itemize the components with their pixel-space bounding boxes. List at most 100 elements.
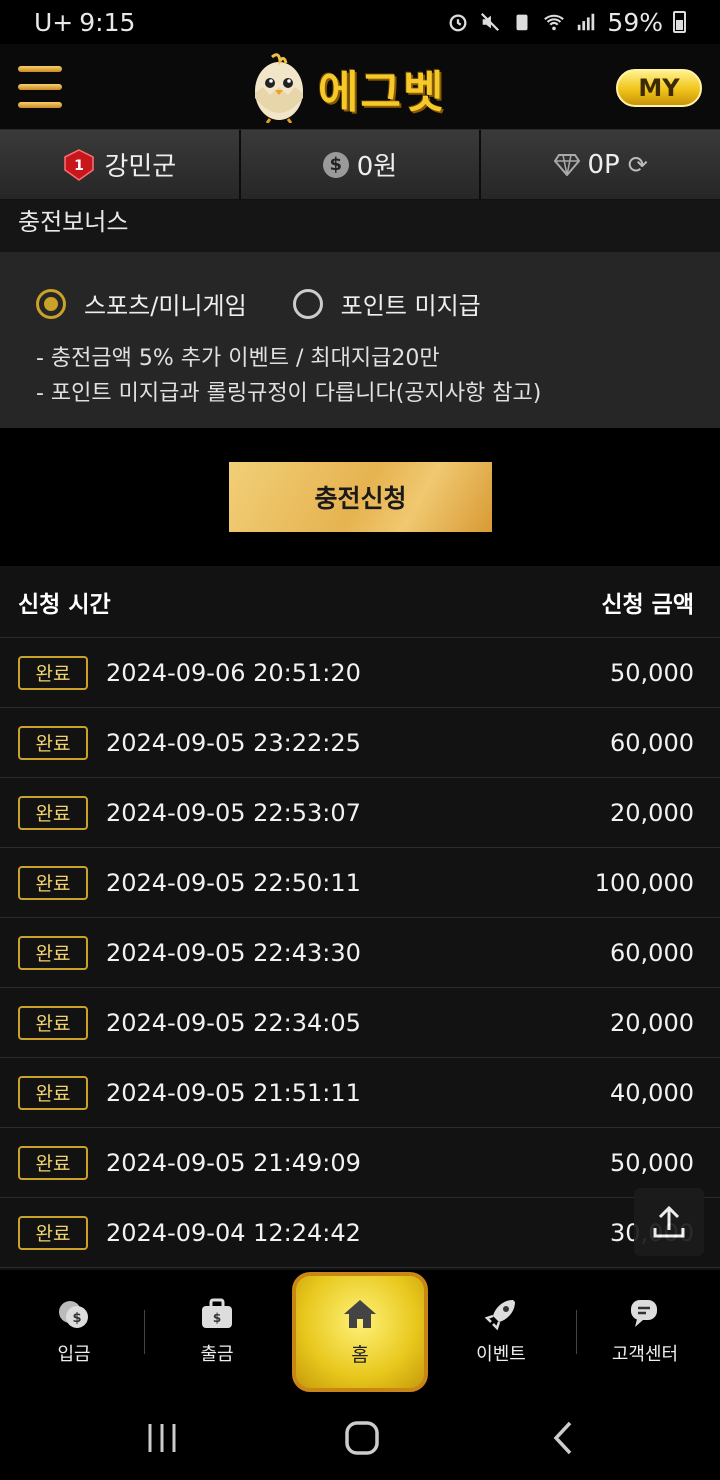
request-amount: 50,000 xyxy=(610,658,694,687)
nav-label: 홈 xyxy=(351,1343,369,1366)
col-time-header: 신청 시간 xyxy=(18,591,111,618)
nav-home[interactable]: 홈 xyxy=(292,1272,428,1392)
carrier-label: U+ xyxy=(34,7,74,37)
nav-support[interactable]: 고객센터 xyxy=(595,1296,695,1366)
nav-withdraw[interactable]: $ 출금 xyxy=(167,1296,267,1366)
home-icon xyxy=(344,1299,376,1328)
status-badge: 완료 xyxy=(18,1215,88,1250)
battery-icon xyxy=(673,11,686,33)
status-badge: 완료 xyxy=(18,865,88,900)
radio-unchecked-icon[interactable] xyxy=(292,288,323,319)
wifi-icon xyxy=(544,14,565,31)
app-header: 에그벳 MY xyxy=(0,44,720,130)
request-time: 2024-09-04 12:24:42 xyxy=(106,1218,361,1247)
request-time: 2024-09-05 21:51:11 xyxy=(106,1078,361,1107)
table-row: 완료 2024-09-05 21:51:11 40,000 xyxy=(0,1058,720,1128)
request-time: 2024-09-05 22:53:07 xyxy=(106,798,361,827)
status-badge: 완료 xyxy=(18,1075,88,1110)
egg-chick-icon xyxy=(255,53,303,123)
radio-label: 포인트 미지급 xyxy=(340,292,481,320)
user-profile[interactable]: 1 강민군 xyxy=(0,130,241,199)
logo-text: 에그벳 xyxy=(318,67,446,118)
recent-apps-icon[interactable] xyxy=(142,1418,182,1458)
chat-icon xyxy=(631,1300,657,1327)
table-row: 완료 2024-09-05 22:34:05 20,000 xyxy=(0,988,720,1058)
request-time: 2024-09-05 23:22:25 xyxy=(106,728,361,757)
table-row: 완료 2024-09-05 21:49:09 50,000 xyxy=(0,1128,720,1198)
user-info-bar: 1 강민군 $ 0원 0P ⟳ xyxy=(0,130,720,200)
request-time: 2024-09-05 22:34:05 xyxy=(106,1008,361,1037)
hamburger-icon[interactable] xyxy=(18,66,62,108)
nav-deposit[interactable]: $ 입금 xyxy=(24,1296,124,1366)
request-amount: 40,000 xyxy=(610,1078,694,1107)
status-badge: 완료 xyxy=(18,725,88,760)
coin-icon: $ xyxy=(322,151,349,178)
clock: 9:15 xyxy=(79,7,136,37)
status-badge: 완료 xyxy=(18,1145,88,1180)
recycle-icon xyxy=(516,14,528,31)
status-badge: 완료 xyxy=(18,1005,88,1040)
bottom-nav: $ 입금 $ 출금 홈 이벤트 고객센터 xyxy=(0,1270,720,1396)
home-nav-icon[interactable] xyxy=(342,1418,382,1458)
status-bar: U+ 9:15 59% xyxy=(0,0,720,44)
level-badge-icon: 1 xyxy=(64,148,95,181)
status-badge: 완료 xyxy=(18,935,88,970)
table-row: 완료 2024-09-05 22:53:07 20,000 xyxy=(0,778,720,848)
logo[interactable]: 에그벳 xyxy=(250,50,445,126)
request-amount: 50,000 xyxy=(610,1148,694,1177)
status-badge: 완료 xyxy=(18,655,88,690)
svg-text:$: $ xyxy=(213,1311,221,1325)
back-icon[interactable] xyxy=(544,1418,584,1458)
points-cell: 0P ⟳ xyxy=(481,130,720,199)
diamond-icon xyxy=(553,153,580,176)
radio-label: 스포츠/미니게임 xyxy=(84,292,247,320)
alarm-icon xyxy=(449,14,467,32)
nav-label: 고객센터 xyxy=(611,1344,679,1365)
table-header: 신청 시간 신청 금액 xyxy=(0,566,720,638)
signal-icon xyxy=(578,13,595,31)
refresh-icon[interactable]: ⟳ xyxy=(628,151,648,179)
bonus-notes: - 충전금액 5% 추가 이벤트 / 최대지급20만 - 포인트 미지급과 롤링… xyxy=(36,341,684,411)
note-line: - 포인트 미지급과 롤링규정이 다릅니다(공지사항 참고) xyxy=(36,381,542,406)
username: 강민군 xyxy=(104,152,177,182)
svg-text:$: $ xyxy=(72,1311,81,1326)
points-value: 0P xyxy=(587,149,620,180)
table-row: 완료 2024-09-05 23:22:25 60,000 xyxy=(0,708,720,778)
table-row: 완료 2024-09-05 22:43:30 60,000 xyxy=(0,918,720,988)
radio-no-points[interactable]: 포인트 미지급 xyxy=(292,286,481,321)
deposit-history-table: 신청 시간 신청 금액 완료 2024-09-06 20:51:20 50,000 완… xyxy=(0,566,720,1270)
bonus-title-bar: 충전보너스 xyxy=(0,200,720,252)
rocket-icon xyxy=(484,1300,515,1331)
table-row: 완료2024-09-04 12:24:4230,000 xyxy=(0,1198,720,1268)
scroll-to-top-button[interactable] xyxy=(634,1188,704,1256)
mute-icon xyxy=(481,12,500,32)
request-time: 2024-09-05 22:50:11 xyxy=(106,868,361,897)
radio-sports-minigame[interactable]: 스포츠/미니게임 xyxy=(36,286,247,321)
arrow-up-icon xyxy=(653,1205,685,1238)
table-row: 완료 2024-09-06 20:51:20 50,000 xyxy=(0,638,720,708)
nav-label: 출금 xyxy=(200,1344,234,1365)
balance-cell: $ 0원 xyxy=(241,130,482,199)
request-amount: 60,000 xyxy=(610,728,694,757)
radio-checked-icon[interactable] xyxy=(36,288,66,319)
my-button[interactable]: MY xyxy=(616,69,702,107)
bonus-title: 충전보너스 xyxy=(18,208,129,236)
balance-value: 0원 xyxy=(356,152,398,182)
request-time: 2024-09-06 20:51:20 xyxy=(106,658,361,687)
nav-label: 입금 xyxy=(57,1344,91,1365)
request-amount: 100,000 xyxy=(594,868,694,897)
request-amount: 60,000 xyxy=(610,938,694,967)
briefcase-icon: $ xyxy=(202,1298,232,1328)
nav-label: 이벤트 xyxy=(476,1344,526,1365)
status-badge: 완료 xyxy=(18,795,88,830)
request-amount: 20,000 xyxy=(610,798,694,827)
note-line: - 충전금액 5% 추가 이벤트 / 최대지급20만 xyxy=(36,346,440,371)
col-amount-header: 신청 금액 xyxy=(601,591,694,618)
request-time: 2024-09-05 21:49:09 xyxy=(106,1148,361,1177)
level-number: 1 xyxy=(75,158,85,174)
charge-request-button[interactable]: 충전신청 xyxy=(229,462,492,532)
table-row: 완료 2024-09-05 22:50:11 100,000 xyxy=(0,848,720,918)
request-time: 2024-09-05 22:43:30 xyxy=(106,938,361,967)
nav-event[interactable]: 이벤트 xyxy=(451,1296,551,1366)
coins-icon: $ xyxy=(59,1301,88,1328)
